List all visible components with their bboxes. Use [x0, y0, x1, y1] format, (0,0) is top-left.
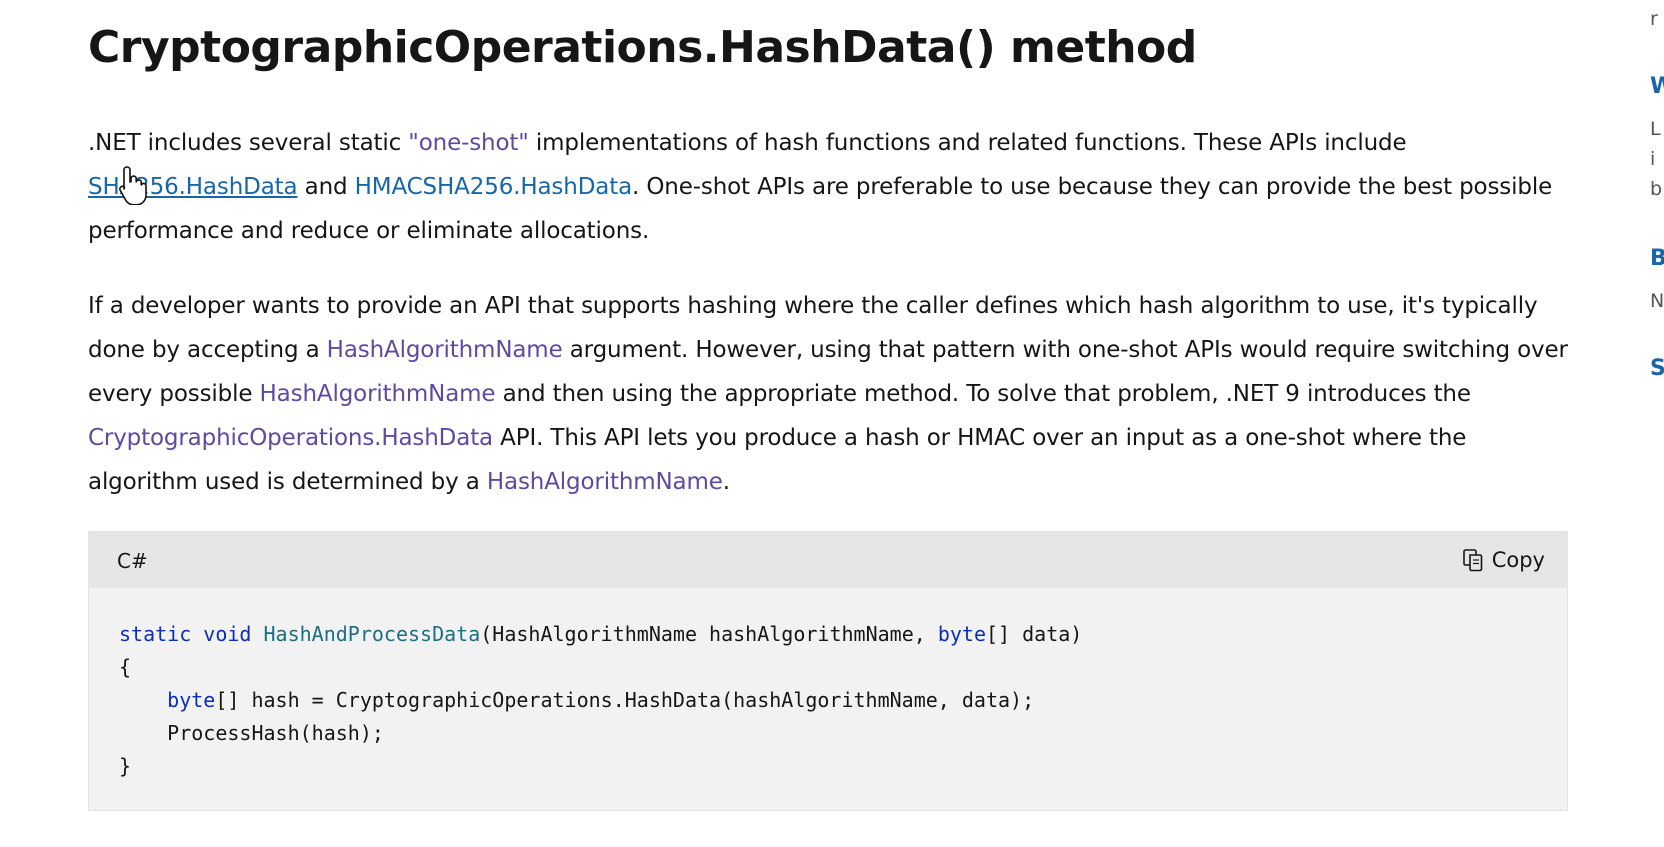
page-title: CryptographicOperations.HashData() metho… — [88, 22, 1197, 73]
rail-fragment: b — [1650, 178, 1663, 200]
hashalgorithmname-link-3[interactable]: HashAlgorithmName — [487, 469, 723, 495]
text-run: implementations of hash functions and re… — [528, 130, 1407, 156]
keyword-token: byte — [167, 688, 216, 712]
rail-link[interactable]: S — [1650, 356, 1664, 381]
code-token: [] hash = CryptographicOperations.HashDa… — [215, 688, 1035, 712]
code-line-4: ProcessHash(hash); — [167, 721, 384, 745]
keyword-token: byte — [937, 622, 986, 646]
explanation-paragraph: If a developer wants to provide an API t… — [88, 284, 1578, 504]
code-token: [] data) — [986, 622, 1083, 646]
method-name-token: HashAndProcessData — [263, 622, 481, 646]
code-content[interactable]: static void HashAndProcessData(HashAlgor… — [119, 618, 1082, 783]
rail-link[interactable]: B — [1650, 246, 1664, 271]
keyword-token: void — [203, 622, 252, 646]
hand-cursor-icon — [118, 165, 148, 206]
copy-button[interactable]: Copy — [1462, 545, 1545, 575]
right-rail-toc: r W L i b B N S — [1648, 0, 1664, 847]
code-line-1: static void HashAndProcessData(HashAlgor… — [119, 622, 1082, 646]
code-line-5: } — [119, 754, 132, 778]
code-line-2: { — [119, 655, 132, 679]
text-run: and then using the appropriate method. T… — [495, 381, 1471, 407]
cryptographicoperations-hashdata-link[interactable]: CryptographicOperations.HashData — [88, 425, 493, 451]
text-run: . — [722, 469, 730, 495]
rail-fragment: r — [1650, 8, 1658, 30]
hashalgorithmname-link-1[interactable]: HashAlgorithmName — [327, 337, 563, 363]
hashalgorithmname-link-2[interactable]: HashAlgorithmName — [260, 381, 496, 407]
one-shot-link[interactable]: "one-shot" — [408, 130, 529, 156]
code-line-3: byte[] hash = CryptographicOperations.Ha… — [167, 688, 1034, 712]
hmacsha256-hashdata-link[interactable]: HMACSHA256.HashData — [355, 174, 633, 200]
copy-icon — [1462, 548, 1484, 572]
code-token: (HashAlgorithmName hashAlgorithmName, — [480, 622, 938, 646]
rail-fragment: i — [1650, 148, 1656, 170]
intro-paragraph: .NET includes several static "one-shot" … — [88, 121, 1578, 253]
keyword-token: static — [119, 622, 192, 646]
code-block: C# Copy static void HashAndProcessData(H… — [88, 531, 1568, 811]
text-run: .NET includes several static — [88, 130, 409, 156]
code-language-label: C# — [117, 549, 148, 573]
rail-fragment: N — [1650, 290, 1664, 312]
copy-label: Copy — [1491, 548, 1545, 572]
text-run: and — [297, 174, 355, 200]
rail-fragment: L — [1650, 118, 1661, 140]
code-header: C# Copy — [89, 532, 1567, 588]
rail-link[interactable]: W — [1650, 74, 1664, 99]
